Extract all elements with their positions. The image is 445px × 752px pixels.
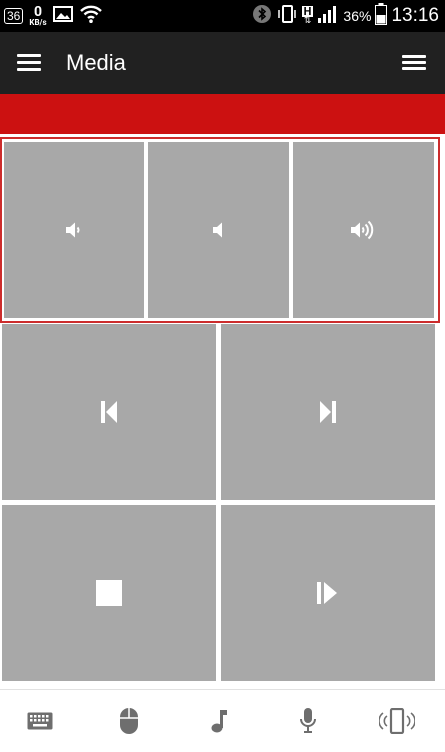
accent-banner [0, 94, 445, 134]
stop-button[interactable] [2, 505, 216, 681]
play-pause-button[interactable] [221, 505, 435, 681]
stop-icon [96, 580, 122, 606]
clock: 13:16 [391, 5, 439, 26]
volume-down-icon [66, 222, 80, 238]
status-bar: 36 0 KB/s H ⇅ 36% 13:16 [0, 0, 445, 32]
signal-icon [317, 4, 339, 28]
mute-button[interactable] [148, 142, 289, 318]
next-track-button[interactable] [221, 324, 435, 500]
bluetooth-icon [252, 4, 272, 28]
music-note-icon [211, 710, 227, 733]
battery-percent: 36% [343, 8, 372, 24]
page-title: Media [66, 50, 126, 75]
hamburger-menu-icon[interactable] [17, 51, 41, 75]
app-bar: Media [0, 32, 445, 94]
wifi-icon [79, 4, 103, 28]
vibrate-icon [276, 3, 298, 29]
battery-icon [375, 3, 388, 29]
previous-track-icon [101, 401, 117, 423]
options-menu-icon[interactable] [402, 51, 426, 75]
volume-down-button[interactable] [4, 142, 144, 318]
data-rate: 0 KB/s [29, 5, 46, 27]
nav-keyboard[interactable] [10, 690, 70, 752]
nav-voice[interactable] [278, 690, 338, 752]
nav-media[interactable] [189, 690, 249, 752]
volume-up-button[interactable] [293, 142, 434, 318]
volume-control-group [0, 137, 440, 323]
data-rate-value: 0 [33, 4, 43, 20]
next-track-icon [320, 401, 336, 423]
data-rate-unit: KB/s [29, 18, 47, 27]
bottom-navigation [0, 689, 445, 752]
data-arrows-icon: ⇅ [303, 16, 312, 26]
vibrate-phone-icon [379, 708, 415, 734]
keyboard-icon [27, 712, 53, 730]
h-network-icon: H ⇅ [301, 6, 314, 26]
nav-mouse[interactable] [99, 690, 159, 752]
previous-track-button[interactable] [2, 324, 216, 500]
gallery-icon [52, 6, 73, 26]
mouse-icon [120, 708, 138, 734]
nav-vibrate[interactable] [367, 690, 427, 752]
volume-up-icon [350, 220, 373, 240]
play-pause-icon [317, 582, 337, 604]
microphone-icon [300, 708, 316, 733]
mute-icon [212, 222, 222, 238]
notification-badge-icon: 36 [4, 8, 24, 24]
